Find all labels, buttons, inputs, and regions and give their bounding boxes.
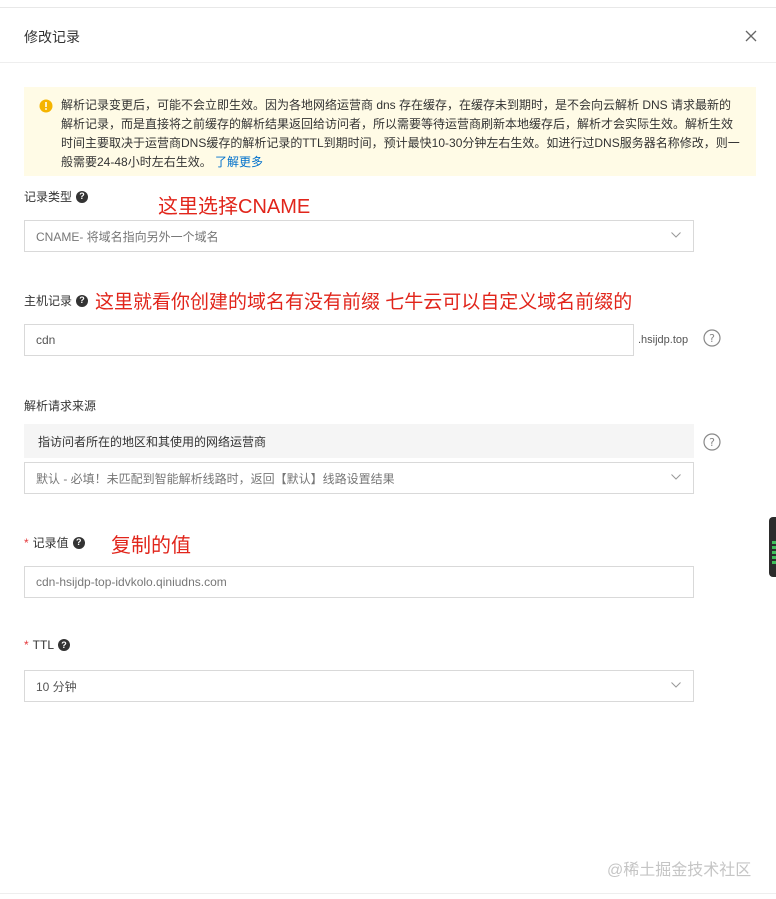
notice-banner: 解析记录变更后，可能不会立即生效。因为各地网络运营商 dns 存在缓存，在缓存未… (24, 87, 756, 176)
help-icon[interactable]: ? (58, 639, 71, 651)
source-label: 解析请求来源 (24, 399, 97, 413)
domain-suffix: .hsijdp.top (638, 334, 689, 346)
required-mark: * (24, 535, 29, 550)
notice-text: 解析记录变更后，可能不会立即生效。因为各地网络运营商 dns 存在缓存，在缓存未… (61, 98, 740, 169)
side-widget[interactable] (769, 517, 776, 577)
learn-more-link[interactable]: 了解更多 (215, 155, 263, 169)
record-value-label: * 记录值 ? (24, 534, 85, 551)
close-icon[interactable] (741, 26, 761, 46)
ttl-select[interactable]: 10 分钟 (24, 670, 694, 702)
chevron-down-icon (671, 232, 681, 238)
watermark: @稀土掘金技术社区 (607, 862, 752, 879)
host-record-label-text: 主机记录 (24, 294, 73, 308)
ttl-value: 10 分钟 (36, 679, 77, 694)
chevron-down-icon (671, 474, 681, 480)
record-type-label-text: 记录类型 (24, 190, 73, 204)
source-option[interactable]: 指访问者所在的地区和其使用的网络运营商 (24, 424, 694, 458)
help-icon[interactable]: ? (703, 329, 721, 347)
source-value: 默认 - 必填！未匹配到智能解析线路时，返回【默认】线路设置结果 (36, 471, 395, 486)
svg-text:?: ? (709, 436, 715, 449)
ttl-label-text: TTL (32, 638, 55, 652)
record-type-select[interactable]: CNAME- 将域名指向另外一个域名 (24, 220, 694, 252)
warning-icon (39, 99, 53, 113)
annotation-host-record: 这里就看你创建的域名有没有前缀 七牛云可以自定义域名前缀的 (95, 292, 633, 313)
svg-text:?: ? (709, 332, 715, 345)
source-select[interactable]: 默认 - 必填！未匹配到智能解析线路时，返回【默认】线路设置结果 (24, 462, 694, 494)
header-divider (0, 62, 776, 63)
host-record-label: 主机记录 ? (24, 292, 89, 309)
ttl-label: * TTL ? (24, 638, 71, 652)
annotation-record-value: 复制的值 (111, 535, 191, 557)
record-value-input[interactable]: cdn-hsijdp-top-idvkolo.qiniudns.com (24, 566, 694, 598)
help-icon[interactable]: ? (76, 294, 89, 307)
dialog-title: 修改记录 (24, 29, 80, 45)
record-value-value: cdn-hsijdp-top-idvkolo.qiniudns.com (36, 575, 227, 589)
top-divider (0, 7, 776, 8)
host-record-value: cdn (36, 333, 56, 347)
required-mark: * (24, 638, 29, 652)
annotation-record-type: 这里选择CNAME (158, 196, 311, 218)
help-icon[interactable]: ? (72, 536, 85, 549)
record-type-value: CNAME- 将域名指向另外一个域名 (36, 229, 219, 244)
chevron-down-icon (671, 682, 681, 688)
help-icon[interactable]: ? (703, 433, 721, 451)
source-option-label: 指访问者所在的地区和其使用的网络运营商 (38, 434, 267, 449)
record-value-label-text: 记录值 (32, 536, 69, 550)
record-type-label: 记录类型 ? (24, 188, 89, 205)
footer-divider (0, 893, 776, 894)
host-record-input[interactable]: cdn (24, 324, 634, 356)
help-icon[interactable]: ? (76, 190, 89, 203)
